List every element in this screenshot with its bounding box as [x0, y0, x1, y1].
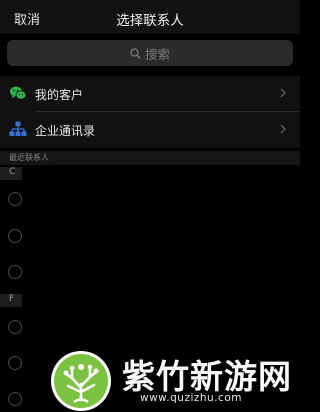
- section-letter-f: F: [0, 294, 22, 307]
- contact-select-radio[interactable]: [8, 320, 22, 334]
- wechat-icon: [10, 86, 27, 100]
- page-title: 选择联系人: [116, 13, 184, 29]
- contact-select-radio[interactable]: [8, 265, 22, 279]
- menu-item-label: 我的客户: [35, 87, 84, 102]
- org-chart-icon: [9, 121, 27, 136]
- contact-select-radio[interactable]: [8, 229, 22, 243]
- contact-select-radio[interactable]: [8, 356, 22, 370]
- section-letter: F: [9, 294, 15, 304]
- recent-contacts-label: 最近联系人: [9, 153, 49, 162]
- contact-select-radio[interactable]: [8, 192, 22, 206]
- menu-item-label: 企业通讯录: [35, 123, 96, 138]
- watermark-url: www.quzizhu.com: [140, 392, 242, 404]
- nav-bar: 取消 选择联系人: [0, 0, 300, 34]
- site-watermark: 紫竹新游网 www.quzizhu.com: [50, 340, 300, 411]
- search-icon: [130, 47, 141, 59]
- tree-logo-icon: [51, 351, 111, 411]
- chevron-right-icon: [280, 124, 286, 134]
- menu-item-my-customers[interactable]: 我的客户: [0, 76, 300, 112]
- menu-item-company-directory[interactable]: 企业通讯录: [0, 112, 300, 148]
- section-letter: C: [9, 167, 16, 177]
- contact-select-radio[interactable]: [8, 392, 22, 406]
- watermark-brand: 紫竹新游网: [122, 357, 292, 396]
- search-input[interactable]: 搜索: [7, 40, 293, 66]
- recent-contacts-header: 最近联系人: [0, 151, 300, 165]
- section-letter-c: C: [0, 167, 22, 180]
- search-placeholder: 搜索: [144, 46, 170, 62]
- chevron-right-icon: [280, 88, 286, 98]
